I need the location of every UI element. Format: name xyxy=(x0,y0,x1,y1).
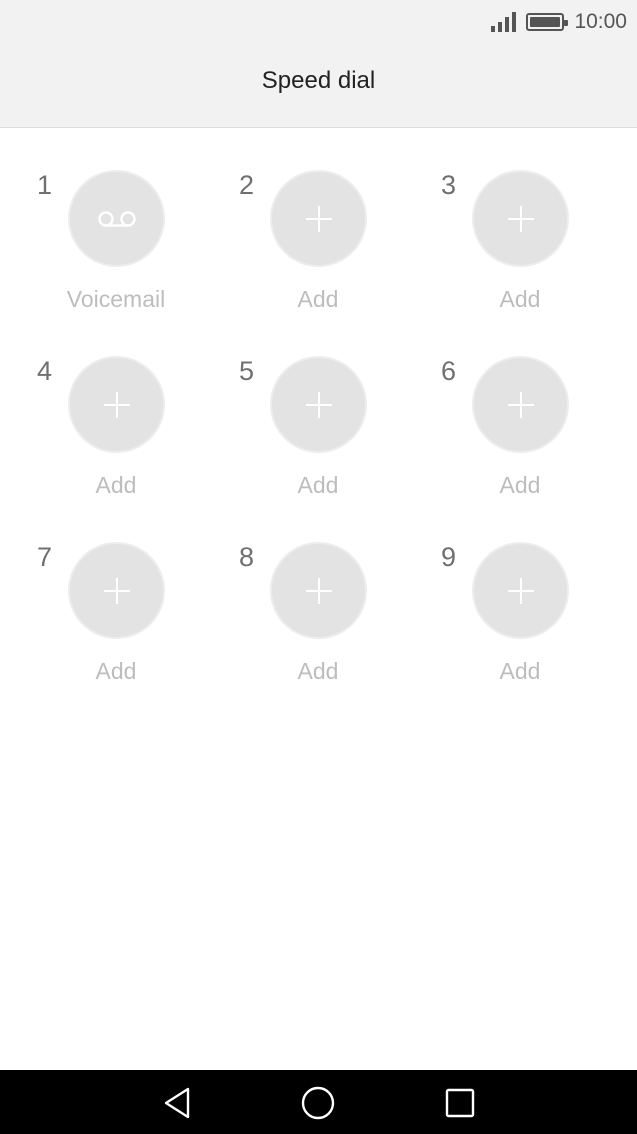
slot-button[interactable] xyxy=(472,542,569,639)
speed-dial-slot-5[interactable]: 5 Add xyxy=(202,314,402,500)
slot-label: Add xyxy=(297,658,339,684)
plus-icon xyxy=(507,205,534,232)
slot-number: 9 xyxy=(441,542,457,572)
back-icon xyxy=(164,1087,190,1119)
slot-button[interactable] xyxy=(270,542,367,639)
speed-dial-slot-9[interactable]: 9 Add xyxy=(404,500,604,686)
speed-dial-slot-3[interactable]: 3 Add xyxy=(404,128,604,314)
slot-number: 2 xyxy=(239,170,255,200)
plus-icon xyxy=(507,391,534,418)
slot-number: 6 xyxy=(441,356,457,386)
slot-number: 7 xyxy=(37,542,53,572)
slot-number: 1 xyxy=(37,170,53,200)
slot-label: Voicemail xyxy=(66,286,166,312)
slot-button[interactable] xyxy=(68,356,165,453)
plus-icon xyxy=(305,205,332,232)
slot-label: Add xyxy=(297,286,339,312)
home-icon xyxy=(301,1086,335,1120)
battery-icon xyxy=(526,13,569,31)
slot-button[interactable] xyxy=(270,170,367,267)
status-bar: 10:00 xyxy=(491,8,627,36)
slot-label: Add xyxy=(499,286,541,312)
slot-number: 5 xyxy=(239,356,255,386)
voicemail-icon xyxy=(97,210,136,227)
slot-label: Add xyxy=(95,658,137,684)
speed-dial-slot-6[interactable]: 6 Add xyxy=(404,314,604,500)
plus-icon xyxy=(103,391,130,418)
speed-dial-slot-4[interactable]: 4 Add xyxy=(0,314,200,500)
speed-dial-slot-1[interactable]: 1 Voicemail xyxy=(0,128,200,314)
slot-label: Add xyxy=(297,472,339,498)
slot-number: 8 xyxy=(239,542,255,572)
slot-button[interactable] xyxy=(68,542,165,639)
signal-icon xyxy=(491,12,517,32)
slot-button[interactable] xyxy=(270,356,367,453)
slot-button[interactable] xyxy=(472,356,569,453)
plus-icon xyxy=(305,391,332,418)
recents-button[interactable] xyxy=(443,1086,477,1120)
slot-button[interactable] xyxy=(472,170,569,267)
back-button[interactable] xyxy=(160,1086,194,1120)
plus-icon xyxy=(507,577,534,604)
slot-label: Add xyxy=(499,472,541,498)
speed-dial-slot-2[interactable]: 2 Add xyxy=(202,128,402,314)
speed-dial-slot-7[interactable]: 7 Add xyxy=(0,500,200,686)
navigation-bar xyxy=(0,1070,637,1134)
plus-icon xyxy=(103,577,130,604)
recents-icon xyxy=(445,1088,475,1118)
speed-dial-slot-8[interactable]: 8 Add xyxy=(202,500,402,686)
slot-label: Add xyxy=(499,658,541,684)
page-title: Speed dial xyxy=(261,67,376,94)
status-time: 10:00 xyxy=(574,10,627,33)
plus-icon xyxy=(305,577,332,604)
slot-label: Add xyxy=(95,472,137,498)
slot-button[interactable] xyxy=(68,170,165,267)
home-button[interactable] xyxy=(301,1086,335,1120)
slot-number: 3 xyxy=(441,170,457,200)
top-bar: 10:00 Speed dial xyxy=(0,0,637,128)
slot-number: 4 xyxy=(37,356,53,386)
